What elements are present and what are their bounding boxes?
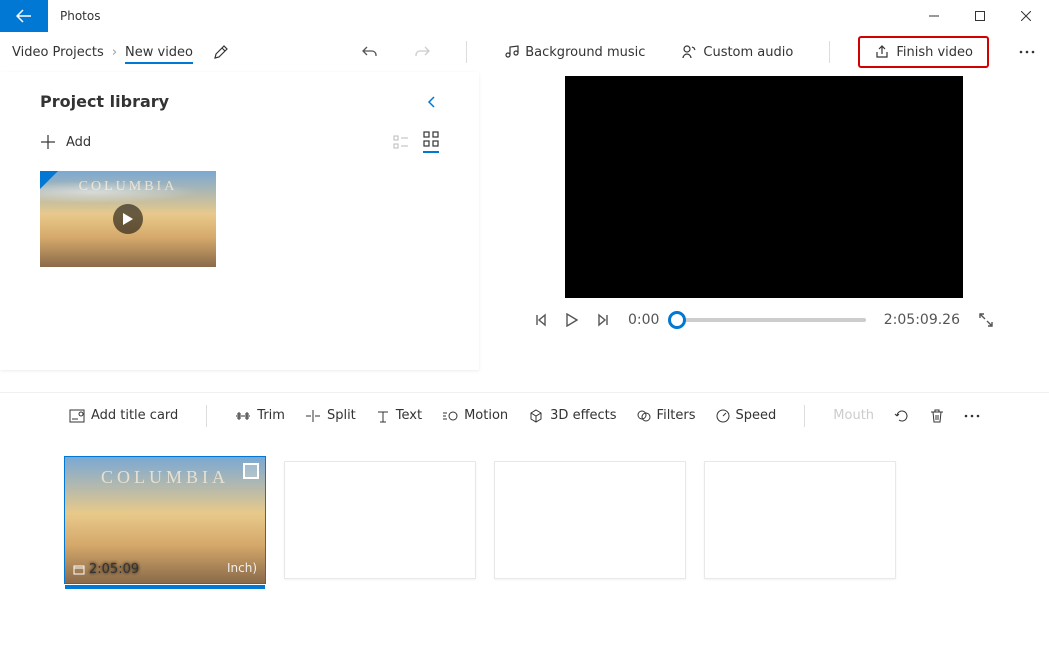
- player-controls: 0:00 2:05:09.26: [534, 312, 994, 328]
- view-grid-button[interactable]: [423, 131, 439, 153]
- rotate-button[interactable]: [894, 408, 910, 424]
- split-button[interactable]: Split: [305, 408, 356, 423]
- back-button[interactable]: [0, 0, 48, 32]
- preview-panel: 0:00 2:05:09.26: [479, 72, 1049, 370]
- more-button[interactable]: [1009, 44, 1037, 60]
- add-media-button[interactable]: Add: [40, 134, 91, 150]
- edit-toolbar: Add title card Trim Split Text Motion 3D…: [0, 392, 1049, 438]
- clip-duration[interactable]: 2:05:09: [73, 562, 139, 577]
- storyboard-empty-slot[interactable]: [704, 461, 896, 579]
- text-button[interactable]: Text: [376, 408, 422, 423]
- next-frame-button[interactable]: [596, 313, 610, 327]
- rotate-icon: [894, 408, 910, 424]
- undo-button[interactable]: [354, 38, 386, 66]
- separator: [829, 41, 830, 63]
- previous-frame-button[interactable]: [534, 313, 548, 327]
- seek-handle[interactable]: [668, 311, 686, 329]
- ellipsis-icon: [964, 414, 980, 418]
- split-icon: [305, 409, 321, 423]
- storyboard-empty-slot[interactable]: [284, 461, 476, 579]
- chevron-right-icon: ›: [112, 45, 117, 60]
- clip-progress-bar: [65, 585, 265, 589]
- trim-button[interactable]: Trim: [235, 408, 285, 423]
- redo-button[interactable]: [406, 38, 438, 66]
- background-music-button[interactable]: Background music: [495, 38, 653, 66]
- play-icon: [113, 204, 143, 234]
- minimize-button[interactable]: [911, 0, 957, 32]
- separator: [804, 405, 805, 427]
- music-icon: [503, 44, 519, 60]
- preview-video[interactable]: [565, 76, 963, 298]
- export-icon: [874, 44, 890, 60]
- 3d-effects-button[interactable]: 3D effects: [528, 408, 616, 423]
- storyboard-clip[interactable]: COLUMBIA 2:05:09 Inch): [64, 456, 266, 584]
- separator: [466, 41, 467, 63]
- rename-button[interactable]: [213, 44, 229, 60]
- list-icon: [393, 134, 409, 150]
- storyboard: COLUMBIA 2:05:09 Inch): [0, 438, 1049, 602]
- 3d-icon: [528, 409, 544, 423]
- title-bar: Photos: [0, 0, 1049, 32]
- custom-audio-button[interactable]: Custom audio: [673, 38, 801, 66]
- trash-icon: [930, 408, 944, 424]
- close-button[interactable]: [1003, 0, 1049, 32]
- add-title-card-button[interactable]: Add title card: [69, 408, 178, 423]
- speed-icon: [716, 409, 730, 423]
- text-icon: [376, 409, 390, 423]
- fullscreen-button[interactable]: [978, 312, 994, 328]
- filters-icon: [637, 409, 651, 423]
- separator: [206, 405, 207, 427]
- breadcrumb-current[interactable]: New video: [125, 45, 193, 64]
- header: Video Projects › New video Background mu…: [0, 32, 1049, 72]
- breadcrumb: Video Projects › New video: [12, 41, 193, 64]
- grid-icon: [423, 131, 439, 147]
- more-toolbar-button[interactable]: [964, 414, 980, 418]
- ellipsis-icon: [1019, 50, 1035, 54]
- duration-icon: [73, 564, 85, 576]
- finish-video-button[interactable]: Finish video: [858, 36, 989, 68]
- motion-button[interactable]: Motion: [442, 408, 508, 423]
- collapse-library-button[interactable]: [425, 95, 439, 109]
- total-time: 2:05:09.26: [884, 312, 960, 328]
- mouth-button: Mouth: [833, 408, 874, 423]
- delete-button[interactable]: [930, 408, 944, 424]
- current-time: 0:00: [628, 312, 659, 328]
- clip-checkbox[interactable]: [243, 463, 259, 479]
- library-title: Project library: [40, 92, 169, 111]
- library-clip[interactable]: COLUMBIA: [40, 171, 216, 267]
- breadcrumb-root[interactable]: Video Projects: [12, 45, 104, 60]
- project-library-panel: Project library Add COLUMBIA: [0, 72, 479, 370]
- speed-button[interactable]: Speed: [716, 408, 777, 423]
- clip-note: Inch): [227, 561, 257, 575]
- plus-icon: [40, 134, 56, 150]
- motion-icon: [442, 409, 458, 423]
- play-button[interactable]: [566, 313, 578, 327]
- filters-button[interactable]: Filters: [637, 408, 696, 423]
- app-title: Photos: [60, 9, 100, 23]
- trim-icon: [235, 409, 251, 423]
- seek-bar[interactable]: [677, 318, 865, 322]
- view-list-button[interactable]: [393, 134, 409, 150]
- title-card-icon: [69, 409, 85, 423]
- storyboard-empty-slot[interactable]: [494, 461, 686, 579]
- maximize-button[interactable]: [957, 0, 1003, 32]
- audio-icon: [681, 44, 697, 60]
